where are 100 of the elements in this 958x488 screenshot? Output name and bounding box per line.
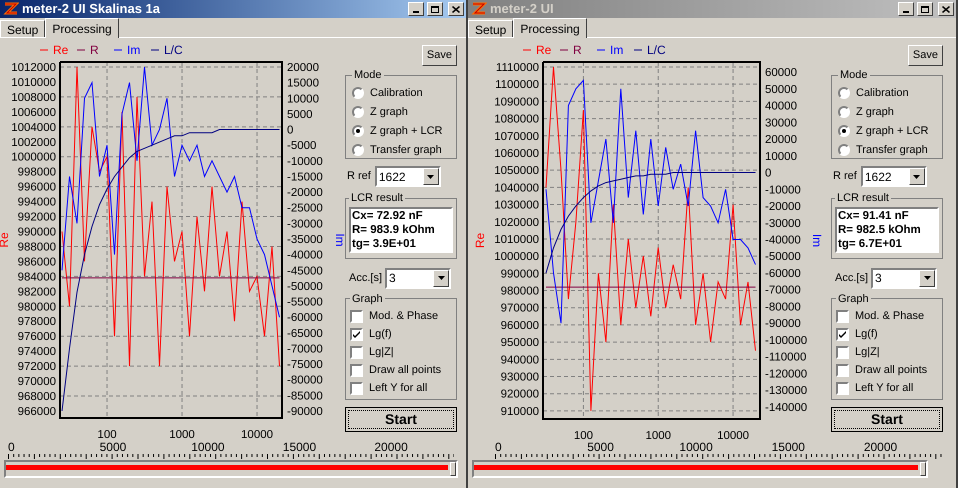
checkbox[interactable] (836, 382, 849, 394)
y-axis-label: 974000 (18, 346, 56, 358)
y-axis-label: -10000 (287, 156, 323, 168)
y-axis-label: -90000 (287, 406, 323, 418)
y-axis-label: 960000 (500, 320, 539, 332)
dropdown-field[interactable]: 1622 (860, 166, 927, 187)
close-button[interactable] (448, 2, 464, 16)
checkbox[interactable] (350, 346, 363, 358)
radio-option[interactable]: Z graph (352, 102, 450, 122)
axis-title: Re (0, 232, 11, 248)
y-axis-label: 1006000 (11, 106, 56, 119)
radio-button[interactable] (352, 144, 364, 156)
y-axis-label: -25000 (287, 202, 323, 215)
y-axis-label: 910000 (500, 406, 539, 418)
range-track[interactable] (472, 460, 928, 478)
checkbox-option[interactable]: Lg(f) (350, 325, 452, 343)
result-line: R= 983.9 kOhm (352, 222, 436, 236)
checkbox-option[interactable]: Lg|Z| (350, 343, 452, 361)
y-axis-label: 966000 (18, 406, 56, 418)
axis-title: Im (810, 234, 824, 248)
tab[interactable]: Processing (513, 18, 587, 38)
minimize-button[interactable] (408, 2, 424, 16)
checkbox-option[interactable]: Lg(f) (836, 325, 938, 343)
radio-option[interactable]: Z graph + LCR (838, 122, 936, 140)
checkbox-option[interactable]: Left Y for all (350, 379, 452, 397)
dropdown-field[interactable]: 1622 (374, 166, 441, 187)
field-label: Acc.[s] (835, 270, 868, 286)
field-label: Acc.[s] (349, 270, 382, 286)
radio-option[interactable]: Transfer graph (838, 140, 936, 160)
maximize-button[interactable] (917, 2, 933, 16)
minimize-button[interactable] (898, 2, 914, 16)
tab[interactable]: Processing (45, 18, 119, 38)
y-axis-label: -85000 (287, 390, 323, 402)
y-axis-label: 20000 (287, 62, 319, 74)
legend-label: Re (53, 43, 69, 57)
checkbox-option[interactable]: Draw all points (836, 361, 938, 379)
y-axis-label: -65000 (287, 328, 323, 340)
dropdown-field[interactable]: 3 (385, 268, 452, 288)
start-button[interactable]: Start (831, 407, 943, 432)
legend-label: Im (127, 43, 140, 57)
check-icon (839, 330, 846, 338)
checkbox[interactable] (836, 364, 849, 376)
group-title: LCR result (836, 191, 890, 206)
checkbox-option[interactable]: Mod. & Phase (350, 307, 452, 325)
y-axis-label: 1010000 (11, 76, 56, 89)
radio-button[interactable] (838, 87, 850, 99)
legend-label: L/C (647, 43, 666, 57)
radio-option[interactable]: Calibration (838, 84, 936, 102)
tab[interactable]: Setup (0, 20, 46, 37)
checkbox[interactable] (350, 382, 363, 394)
y-axis-label: -130000 (765, 385, 808, 398)
radio-option[interactable]: Calibration (352, 84, 450, 102)
checkbox[interactable] (350, 310, 363, 322)
y-axis-label: 60000 (765, 67, 797, 80)
y-axis-label: -120000 (765, 368, 808, 380)
y-axis-label: -80000 (765, 301, 801, 314)
checkbox[interactable] (350, 364, 363, 376)
x-axis-label: 1000 (169, 429, 195, 440)
checkbox-option[interactable]: Lg|Z| (836, 343, 938, 361)
range-track[interactable] (4, 460, 458, 478)
checkbox[interactable] (836, 310, 849, 322)
checkbox-option[interactable]: Draw all points (350, 361, 452, 379)
radio-option[interactable]: Z graph + LCR (352, 122, 450, 140)
y-axis-label: -80000 (287, 374, 323, 387)
slider-thumb[interactable] (920, 462, 926, 476)
maximize-button[interactable] (427, 2, 443, 16)
slider-thumb[interactable] (450, 462, 456, 476)
legend-item: Im (114, 43, 140, 57)
y-axis-label: 950000 (500, 337, 539, 350)
checkbox[interactable] (836, 346, 849, 358)
axis-title: Re (473, 232, 487, 248)
radio-option[interactable]: Z graph (838, 102, 936, 122)
save-button[interactable]: Save (908, 45, 943, 66)
radio-option[interactable]: Transfer graph (352, 140, 450, 160)
y-axis-label: -60000 (287, 312, 323, 324)
checkbox[interactable] (350, 328, 363, 340)
y-axis-label: 1020000 (494, 216, 539, 229)
start-button[interactable]: Start (345, 407, 457, 432)
radio-button[interactable] (838, 125, 850, 137)
app-icon (3, 1, 19, 17)
caret-icon (924, 276, 931, 280)
checkbox-option[interactable]: Mod. & Phase (836, 307, 938, 325)
y-axis-label: 940000 (500, 354, 539, 366)
radio-button[interactable] (352, 106, 364, 118)
y-axis-label: 30000 (765, 117, 797, 130)
radio-button[interactable] (352, 87, 364, 99)
y-axis-label: -90000 (765, 318, 801, 330)
y-axis-label: 970000 (18, 376, 56, 388)
save-button[interactable]: Save (422, 45, 457, 66)
y-axis-label: -50000 (287, 280, 323, 293)
y-axis-label: -30000 (765, 218, 801, 230)
dropdown-field[interactable]: 3 (871, 268, 938, 288)
radio-button[interactable] (352, 125, 364, 137)
radio-button[interactable] (838, 144, 850, 156)
radio-button[interactable] (838, 106, 850, 118)
checkbox-option[interactable]: Left Y for all (836, 379, 938, 397)
tab[interactable]: Setup (468, 20, 514, 37)
checkbox[interactable] (836, 328, 849, 340)
close-button[interactable] (938, 2, 954, 16)
group-title: LCR result (350, 191, 404, 206)
